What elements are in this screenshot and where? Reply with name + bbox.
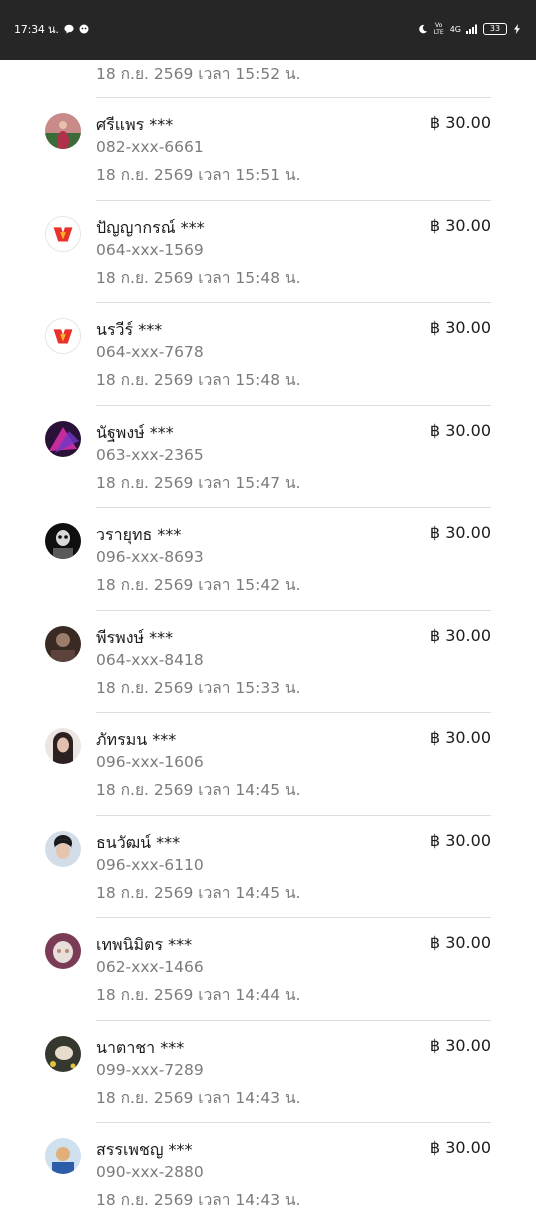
phone-number: 064-xxx-7678 xyxy=(96,343,204,361)
transaction-datetime: 18 ก.ย. 2569 เวลา 14:45 น. xyxy=(96,781,301,799)
customer-name: วรายุทธ *** xyxy=(96,525,182,544)
clock: 17:34 น. xyxy=(14,23,59,36)
customer-name: ปัญญากรณ์ *** xyxy=(96,217,205,237)
brand-logo-icon xyxy=(46,319,80,353)
list-item[interactable]: ปัญญากรณ์ *** ฿ 30.00 064-xxx-1569 18 ก.… xyxy=(0,201,536,303)
avatar xyxy=(45,318,81,354)
transaction-datetime: 18 ก.ย. 2569 เวลา 15:42 น. xyxy=(96,576,301,594)
phone-number: 099-xxx-7289 xyxy=(96,1060,204,1079)
phone-number: 082-xxx-6661 xyxy=(96,138,204,156)
transaction-amount: ฿ 30.00 xyxy=(429,830,491,850)
line-icon xyxy=(64,24,74,34)
transaction-amount: ฿ 30.00 xyxy=(429,1035,491,1055)
transaction-amount: ฿ 30.00 xyxy=(429,113,491,132)
customer-name: เทพนิมิตร *** xyxy=(96,935,193,954)
avatar xyxy=(45,625,81,662)
list-item[interactable]: วรายุทธ *** ฿ 30.00 096-xxx-8693 18 ก.ย.… xyxy=(0,508,536,611)
customer-name: สรรเพชญ *** xyxy=(96,1140,193,1159)
transaction-amount: ฿ 30.00 xyxy=(429,215,491,235)
phone-number: 064-xxx-1569 xyxy=(96,240,204,259)
phone-number: 062-xxx-1466 xyxy=(96,958,204,976)
list-item[interactable]: นาตาชา *** ฿ 30.00 099-xxx-7289 18 ก.ย. … xyxy=(0,1021,536,1123)
avatar xyxy=(45,523,81,559)
transaction-amount: ฿ 30.00 xyxy=(429,728,491,747)
transaction-amount: ฿ 30.00 xyxy=(429,1138,491,1157)
photo-avatar-icon xyxy=(45,625,81,662)
avatar xyxy=(45,933,81,969)
moon-icon xyxy=(418,24,428,34)
avatar xyxy=(45,728,81,764)
phone-number: 096-xxx-6110 xyxy=(96,855,204,874)
list-item[interactable]: ธนวัฒน์ *** ฿ 30.00 096-xxx-6110 18 ก.ย.… xyxy=(0,816,536,918)
list-item[interactable]: เทพนิมิตร *** ฿ 30.00 062-xxx-1466 18 ก.… xyxy=(0,918,536,1021)
transaction-datetime: 18 ก.ย. 2569 เวลา 15:52 น. xyxy=(96,65,301,83)
customer-name: ศรีแพร *** xyxy=(96,115,174,134)
customer-name: นัฐพงษ์ *** xyxy=(96,422,174,442)
photo-avatar-icon xyxy=(45,830,81,867)
transaction-amount: ฿ 30.00 xyxy=(429,318,491,337)
avatar xyxy=(45,1138,81,1174)
avatar xyxy=(45,215,81,252)
photo-avatar-icon xyxy=(45,523,81,559)
transaction-amount: ฿ 30.00 xyxy=(429,933,491,952)
customer-name: พีรพงษ์ *** xyxy=(96,627,174,647)
list-item[interactable]: สรรเพชญ *** ฿ 30.00 090-xxx-2880 18 ก.ย.… xyxy=(0,1123,536,1226)
phone-number: 064-xxx-8418 xyxy=(96,650,204,669)
phone-number: 096-xxx-1606 xyxy=(96,753,204,771)
transaction-amount: ฿ 30.00 xyxy=(429,523,491,542)
photo-avatar-icon xyxy=(45,1035,81,1072)
app-notification-icon xyxy=(79,24,89,34)
photo-avatar-icon xyxy=(45,113,81,149)
transaction-datetime: 18 ก.ย. 2569 เวลา 14:44 น. xyxy=(96,986,301,1004)
customer-name: ภัทรมน *** xyxy=(96,730,177,749)
avatar xyxy=(45,113,81,149)
signal-icon xyxy=(466,24,478,34)
volte-icon: Vo LTE xyxy=(433,22,444,36)
transaction-amount: ฿ 30.00 xyxy=(429,625,491,645)
list-item[interactable]: ภัทรมน *** ฿ 30.00 096-xxx-1606 18 ก.ย. … xyxy=(0,713,536,816)
transaction-datetime: 18 ก.ย. 2569 เวลา 14:45 น. xyxy=(96,883,301,902)
phone-number: 063-xxx-2365 xyxy=(96,445,204,464)
list-item[interactable]: นัฐพงษ์ *** ฿ 30.00 063-xxx-2365 18 ก.ย.… xyxy=(0,406,536,508)
photo-avatar-icon xyxy=(45,1138,81,1174)
avatar xyxy=(45,1035,81,1072)
brand-logo-icon xyxy=(46,216,80,251)
transaction-datetime: 18 ก.ย. 2569 เวลา 15:48 น. xyxy=(96,268,301,287)
transaction-datetime: 18 ก.ย. 2569 เวลา 15:48 น. xyxy=(96,371,301,389)
network-type: 4G xyxy=(449,24,461,34)
transaction-datetime: 18 ก.ย. 2569 เวลา 15:51 น. xyxy=(96,166,301,184)
transaction-datetime: 18 ก.ย. 2569 เวลา 15:33 น. xyxy=(96,678,301,697)
transaction-datetime: 18 ก.ย. 2569 เวลา 14:43 น. xyxy=(96,1088,301,1107)
customer-name: นรวีร์ *** xyxy=(96,320,163,339)
customer-name: ธนวัฒน์ *** xyxy=(96,832,181,852)
transaction-datetime: 18 ก.ย. 2569 เวลา 15:47 น. xyxy=(96,473,301,492)
phone-number: 096-xxx-8693 xyxy=(96,548,204,566)
photo-avatar-icon xyxy=(45,420,81,457)
status-left: 17:34 น. xyxy=(14,20,89,38)
photo-avatar-icon xyxy=(45,728,81,764)
list-item[interactable]: ศรีแพร *** ฿ 30.00 082-xxx-6661 18 ก.ย. … xyxy=(0,98,536,201)
customer-name: นาตาชา *** xyxy=(96,1037,185,1057)
list-item[interactable]: พีรพงษ์ *** ฿ 30.00 064-xxx-8418 18 ก.ย.… xyxy=(0,611,536,713)
phone-number: 090-xxx-2880 xyxy=(96,1163,204,1181)
status-bar: 17:34 น. Vo LTE 4G 33 xyxy=(0,0,536,60)
list-item[interactable]: นรวีร์ *** ฿ 30.00 064-xxx-7678 18 ก.ย. … xyxy=(0,303,536,406)
photo-avatar-icon xyxy=(45,933,81,969)
list-item[interactable]: 18 ก.ย. 2569 เวลา 15:52 น. xyxy=(0,60,536,98)
avatar xyxy=(45,420,81,457)
transaction-list: 18 ก.ย. 2569 เวลา 15:52 น. ศรีแพร *** ฿ … xyxy=(0,60,536,1226)
status-right: Vo LTE 4G 33 xyxy=(418,20,522,38)
transaction-amount: ฿ 30.00 xyxy=(429,420,491,440)
charging-icon xyxy=(512,24,522,34)
battery-icon: 33 xyxy=(483,23,507,35)
avatar xyxy=(45,830,81,867)
